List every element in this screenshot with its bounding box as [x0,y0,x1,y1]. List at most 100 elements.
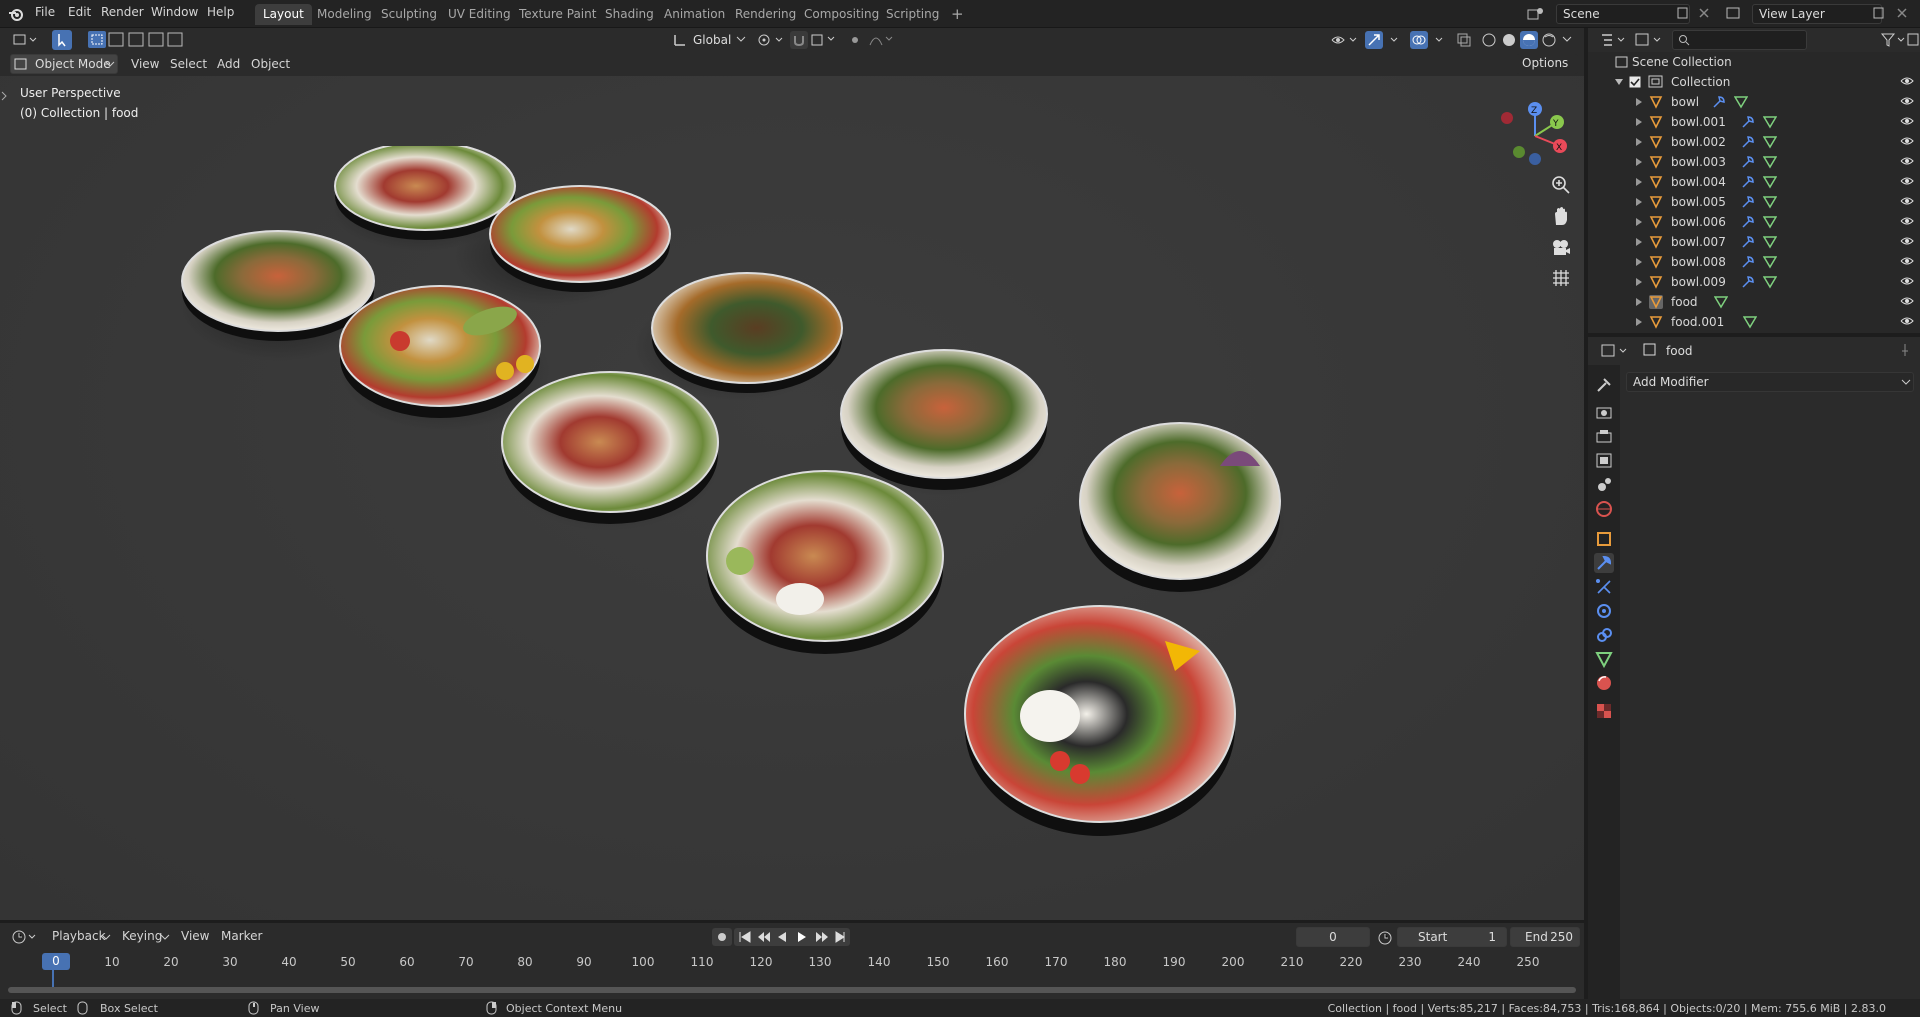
outliner-row-object[interactable]: food [1588,292,1920,312]
menu-view[interactable]: View [181,929,209,943]
eye-icon[interactable] [1900,255,1914,267]
start-frame-field[interactable]: Start 1 [1397,927,1507,947]
expand-arrow-icon[interactable] [1636,118,1642,126]
select-tool-icon[interactable] [52,30,72,50]
menu-select[interactable]: Select [170,57,207,71]
view-layer-tab-icon[interactable] [1594,451,1614,471]
outliner-row-scene-collection[interactable]: Scene Collection [1588,52,1920,72]
playback-controls[interactable] [734,928,850,946]
tool-tab-icon[interactable] [1594,375,1614,395]
orthographic-grid-icon[interactable] [1550,267,1572,289]
mesh-data-icon[interactable] [1762,275,1777,289]
orientation-dropdown[interactable]: Global [693,33,731,47]
tab-animation[interactable]: Animation [656,4,733,25]
view-layer-field[interactable]: View Layer [1752,4,1882,24]
outliner-row-object[interactable]: bowl.003 [1588,152,1920,172]
output-tab-icon[interactable] [1594,427,1614,447]
constraints-tab-icon[interactable] [1594,625,1614,645]
eye-icon[interactable] [1900,75,1914,87]
navigation-gizmo[interactable]: Z Y X [1495,96,1567,168]
gizmo-toggle-icon[interactable] [1365,31,1405,49]
menu-add[interactable]: Add [217,57,240,71]
mesh-data-icon[interactable] [1762,195,1777,209]
render-tab-icon[interactable] [1594,403,1614,423]
menu-file[interactable]: File [35,5,55,19]
object-tab-icon[interactable] [1594,529,1614,549]
new-collection-icon[interactable] [1906,32,1920,48]
physics-tab-icon[interactable] [1594,601,1614,621]
mesh-data-icon[interactable] [1762,215,1777,229]
camera-icon[interactable] [1550,236,1572,258]
wrench-icon[interactable] [1741,135,1755,149]
eye-icon[interactable] [1900,215,1914,227]
modifier-tab-icon[interactable] [1594,553,1614,573]
wrench-icon[interactable] [1741,155,1755,169]
add-workspace-button[interactable]: + [943,2,972,23]
mesh-data-icon[interactable] [1733,95,1748,109]
display-mode-icon[interactable] [1634,32,1664,48]
blender-logo-icon[interactable] [8,6,24,22]
outliner-row-object[interactable]: bowl.005 [1588,192,1920,212]
proportional-edit-icon[interactable] [846,31,896,49]
wrench-icon[interactable] [1741,175,1755,189]
material-tab-icon[interactable] [1594,673,1614,693]
menu-view[interactable]: View [131,57,159,71]
eye-icon[interactable] [1900,295,1914,307]
select-mode-icons[interactable] [88,31,184,49]
data-tab-icon[interactable] [1594,649,1614,669]
eye-icon[interactable] [1900,135,1914,147]
expand-arrow-icon[interactable] [1636,178,1642,186]
expand-arrow-icon[interactable] [1636,218,1642,226]
tab-uv-editing[interactable]: UV Editing [440,4,519,25]
tab-rendering[interactable]: Rendering [727,4,804,25]
outliner-row-collection[interactable]: Collection [1588,72,1920,92]
menu-playback[interactable]: Playback [52,929,106,943]
expand-arrow-icon[interactable] [1615,79,1623,85]
outliner-row-object[interactable]: bowl.001 [1588,112,1920,132]
tab-sculpting[interactable]: Sculpting [373,4,445,25]
tab-layout[interactable]: Layout [255,4,312,25]
wrench-icon[interactable] [1741,275,1755,289]
menu-render[interactable]: Render [101,5,144,19]
overlays-toggle-icon[interactable] [1410,31,1450,49]
new-scene-icon[interactable] [1676,6,1690,20]
timeline-editor-icon[interactable] [12,929,38,945]
expand-arrow-icon[interactable] [1636,98,1642,106]
mesh-data-icon[interactable] [1742,315,1757,329]
properties-editor-icon[interactable] [1600,343,1630,359]
wrench-icon[interactable] [1741,195,1755,209]
current-frame-field[interactable]: 0 [1296,927,1370,947]
scene-tab-icon[interactable] [1594,475,1614,495]
expand-arrow-icon[interactable] [1636,158,1642,166]
eye-icon[interactable] [1900,275,1914,287]
frame-ruler[interactable]: 10 20 30 40 50 60 70 80 90 100 110 120 130 140 150 160 1… [8,951,1578,971]
shading-options-chevron-icon[interactable] [1562,36,1572,44]
eye-icon[interactable] [1900,155,1914,167]
eye-icon[interactable] [1900,95,1914,107]
new-view-layer-icon[interactable] [1872,6,1886,20]
mesh-data-icon[interactable] [1713,295,1728,309]
expand-arrow-icon[interactable] [1636,258,1642,266]
mesh-data-icon[interactable] [1762,115,1777,129]
outliner-row-object[interactable]: bowl [1588,92,1920,112]
delete-scene-icon[interactable] [1697,6,1711,20]
end-frame-field[interactable]: End 250 [1510,927,1580,947]
food-bowls-render[interactable] [180,146,1310,906]
outliner-row-object[interactable]: food.001 [1588,312,1920,332]
pivot-point-icon[interactable] [756,32,786,48]
filter-icon[interactable] [1880,32,1906,48]
particles-tab-icon[interactable] [1594,577,1614,597]
stopwatch-icon[interactable] [1377,929,1395,945]
pan-hand-icon[interactable] [1550,205,1572,227]
zoom-icon[interactable] [1550,174,1572,196]
visibility-icon[interactable] [1330,32,1360,48]
expand-arrow-icon[interactable] [1636,278,1642,286]
menu-marker[interactable]: Marker [221,929,262,943]
record-icon[interactable] [712,928,732,946]
outliner-search-input[interactable] [1672,30,1807,50]
mesh-data-icon[interactable] [1762,135,1777,149]
options-dropdown[interactable]: Options [1516,54,1578,74]
eye-icon[interactable] [1900,235,1914,247]
expand-arrow-icon[interactable] [1636,198,1642,206]
texture-tab-icon[interactable] [1594,701,1614,721]
